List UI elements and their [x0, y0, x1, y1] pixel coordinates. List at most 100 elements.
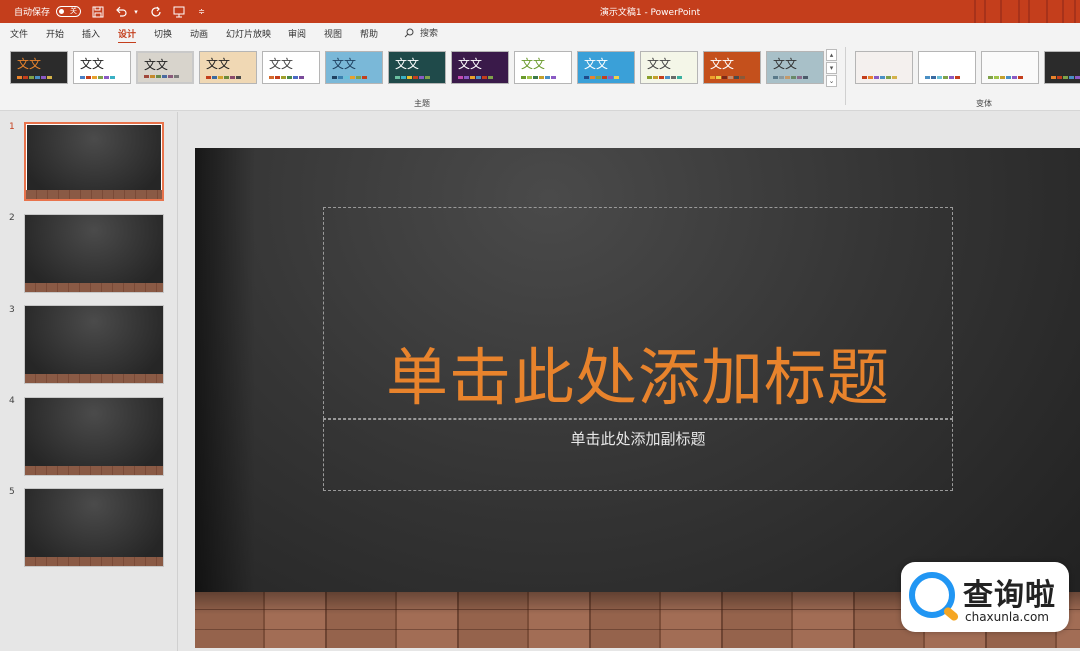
theme-color-swatches — [458, 76, 493, 79]
subtitle-placeholder-text: 单击此处添加副标题 — [570, 430, 706, 448]
title-placeholder-text: 单击此处添加标题 — [385, 341, 890, 414]
autosave-label: 自动保存 — [14, 8, 51, 18]
watermark-url: chaxunla.com — [965, 610, 1049, 624]
autosave-state: 关 — [70, 7, 78, 15]
theme-sample-text: 文文 — [773, 57, 798, 71]
theme-thumbnail[interactable]: 文文 — [73, 51, 131, 84]
autosave-toggle[interactable]: 关 — [56, 6, 82, 17]
variant-color-swatches — [988, 76, 1023, 79]
tab-insert[interactable]: 插入 — [82, 27, 100, 40]
theme-sample-text: 文文 — [584, 57, 609, 71]
tab-file[interactable]: 文件 — [10, 27, 28, 40]
tab-transitions[interactable]: 切换 — [154, 27, 172, 40]
magnifier-logo-icon — [909, 572, 955, 618]
search-label: 搜索 — [420, 29, 439, 39]
subtitle-placeholder[interactable]: 单击此处添加副标题 — [323, 419, 953, 491]
undo-icon[interactable] — [114, 5, 127, 18]
presentation-icon[interactable] — [172, 5, 185, 18]
theme-sample-text: 文文 — [80, 57, 105, 71]
chevron-down-icon[interactable]: ▾ — [133, 5, 139, 18]
themes-group-label: 主题 — [414, 99, 430, 108]
variant-thumbnail[interactable] — [981, 51, 1039, 84]
tab-home[interactable]: 开始 — [46, 27, 64, 40]
slide-thumbnail-4[interactable] — [24, 397, 164, 476]
title-placeholder[interactable]: 单击此处添加标题 — [323, 207, 953, 419]
slide-vignette — [195, 148, 255, 648]
theme-thumbnail[interactable]: 文文 — [451, 51, 509, 84]
gallery-up-button[interactable]: ▴ — [826, 49, 837, 61]
gallery-down-button[interactable]: ▾ — [826, 62, 837, 74]
title-bar: 自动保存 关 ▾ ≑ 演示文稿1 - PowerPoint — [0, 0, 1080, 23]
ribbon: 文文 文文 文文 文文 文文 文文 文文 文文 文文 文文 文文 文文 文文 ▴ ▾ ⌄ 主题 变体 — [0, 43, 1080, 111]
slide-number: 5 — [9, 487, 15, 497]
customize-toolbar-icon[interactable]: ≑ — [195, 5, 208, 18]
theme-thumbnail[interactable]: 文文 — [514, 51, 572, 84]
tab-help[interactable]: 帮助 — [360, 27, 378, 40]
theme-thumbnail[interactable]: 文文 — [325, 51, 383, 84]
slide-number: 4 — [9, 396, 15, 406]
theme-thumbnail[interactable]: 文文 — [10, 51, 68, 84]
theme-sample-text: 文文 — [458, 57, 483, 71]
thumb-floor — [25, 466, 163, 475]
variant-thumbnail[interactable] — [1044, 51, 1080, 84]
ribbon-separator — [845, 47, 846, 105]
slide-number: 2 — [9, 213, 15, 223]
variant-thumbnail[interactable] — [918, 51, 976, 84]
redo-icon[interactable] — [149, 5, 162, 18]
theme-sample-text: 文文 — [647, 57, 672, 71]
variant-thumbnail[interactable] — [855, 51, 913, 84]
quick-access-toolbar: 自动保存 关 ▾ ≑ — [14, 5, 208, 18]
theme-sample-text: 文文 — [206, 57, 231, 71]
thumb-floor — [26, 190, 162, 199]
theme-color-swatches — [710, 76, 745, 79]
tab-view[interactable]: 视图 — [324, 27, 342, 40]
document-title: 演示文稿1 - PowerPoint — [599, 8, 701, 18]
theme-sample-text: 文文 — [269, 57, 294, 71]
theme-color-swatches — [144, 75, 179, 78]
theme-color-swatches — [269, 76, 304, 79]
theme-sample-text: 文文 — [710, 57, 735, 71]
search-box[interactable]: 搜索 — [404, 26, 438, 39]
slide-thumbnail-5[interactable] — [24, 488, 164, 567]
thumb-floor — [25, 374, 163, 383]
tab-design[interactable]: 设计 — [118, 27, 137, 44]
ribbon-tabs: 文件 开始 插入 设计 切换 动画 幻灯片放映 审阅 视图 帮助 搜索 — [0, 23, 1080, 44]
slide-number: 1 — [9, 122, 15, 132]
theme-thumbnail[interactable]: 文文 — [640, 51, 698, 84]
variants-group-label: 变体 — [976, 99, 992, 108]
theme-color-swatches — [206, 76, 241, 79]
save-icon[interactable] — [91, 5, 104, 18]
gallery-scroll: ▴ ▾ ⌄ — [826, 49, 838, 88]
theme-color-swatches — [17, 76, 52, 79]
slide-number: 3 — [9, 305, 15, 315]
slide-thumbnail-1[interactable] — [24, 122, 164, 201]
theme-color-swatches — [584, 76, 619, 79]
variant-color-swatches — [1051, 76, 1080, 79]
thumb-floor — [25, 557, 163, 566]
theme-color-swatches — [395, 76, 430, 79]
tab-review[interactable]: 审阅 — [288, 27, 306, 40]
theme-sample-text: 文文 — [332, 57, 357, 71]
theme-thumbnail[interactable]: 文文 — [703, 51, 761, 84]
theme-color-swatches — [773, 76, 808, 79]
titlebar-decoration — [970, 0, 1080, 23]
theme-sample-text: 文文 — [521, 57, 546, 71]
theme-thumbnail[interactable]: 文文 — [577, 51, 635, 84]
toggle-knob — [59, 9, 65, 14]
tab-animations[interactable]: 动画 — [190, 27, 208, 40]
theme-color-swatches — [647, 76, 682, 79]
watermark-text: 查询啦 — [963, 578, 1056, 613]
theme-thumbnail[interactable]: 文文 — [388, 51, 446, 84]
slide-thumbnail-3[interactable] — [24, 305, 164, 384]
tab-slideshow[interactable]: 幻灯片放映 — [226, 27, 271, 40]
watermark: 查询啦 chaxunla.com — [901, 562, 1069, 632]
gallery-more-button[interactable]: ⌄ — [826, 75, 837, 87]
theme-thumbnail[interactable]: 文文 — [262, 51, 320, 84]
theme-color-swatches — [332, 76, 367, 79]
theme-sample-text: 文文 — [395, 57, 420, 71]
slide-thumbnail-2[interactable] — [24, 214, 164, 293]
slides-pane: 1 2 3 4 5 — [0, 112, 178, 651]
theme-thumbnail[interactable]: 文文 — [199, 51, 257, 84]
theme-thumbnail[interactable]: 文文 — [766, 51, 824, 84]
theme-thumbnail[interactable]: 文文 — [136, 51, 194, 84]
